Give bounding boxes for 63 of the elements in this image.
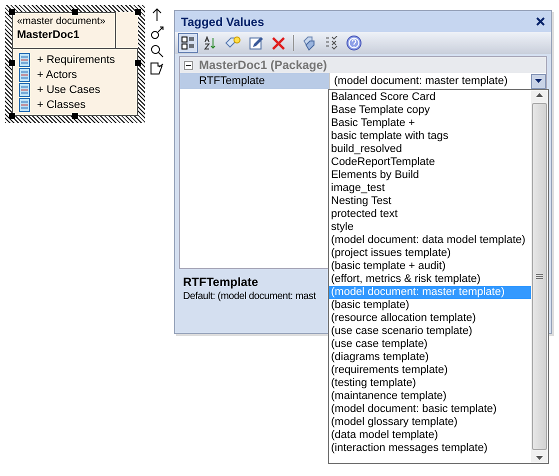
scroll-up-icon[interactable]	[536, 93, 543, 97]
description-text: Default: (model document: mast	[183, 291, 316, 302]
dropdown-option[interactable]: (model document: basic template)	[329, 403, 531, 416]
resize-handle[interactable]	[72, 9, 78, 15]
dropdown-option[interactable]: (model document: data model template)	[329, 234, 531, 247]
diagram-icon	[19, 98, 30, 112]
resize-handle[interactable]	[9, 60, 15, 66]
stereotype-label: «master document»	[17, 16, 106, 27]
dropdown-option[interactable]: (basic template + audit)	[329, 260, 531, 273]
panel-title: Tagged Values	[181, 14, 264, 28]
search-icon[interactable]	[150, 44, 164, 58]
resize-handle[interactable]	[135, 60, 141, 66]
dropdown-option[interactable]: (project issues template)	[329, 247, 531, 260]
dropdown-option[interactable]: CodeReportTemplate	[329, 156, 531, 169]
dropdown-option[interactable]: basic template with tags	[329, 130, 531, 143]
dropdown-option[interactable]: style	[329, 221, 531, 234]
dropdown-option[interactable]: (model glossary template)	[329, 416, 531, 429]
note-icon[interactable]	[150, 62, 164, 75]
dropdown-option[interactable]: (interaction messages template)	[329, 442, 531, 455]
resize-handle[interactable]	[9, 9, 15, 15]
dropdown-option[interactable]: (effort, metrics & risk template)	[329, 273, 531, 286]
collapse-icon[interactable]	[184, 60, 193, 70]
resize-handle[interactable]	[72, 113, 78, 119]
up-arrow-icon[interactable]	[152, 8, 162, 22]
dropdown-option[interactable]: protected text	[329, 208, 531, 221]
package-item[interactable]: + Use Cases	[37, 84, 100, 96]
close-icon[interactable]	[536, 17, 545, 26]
dropdown-option[interactable]: image_test	[329, 182, 531, 195]
resize-handle[interactable]	[9, 113, 15, 119]
diagram-icon	[19, 82, 30, 96]
scroll-thumb[interactable]	[532, 103, 547, 450]
dropdown-option[interactable]: Base Template copy	[329, 104, 531, 117]
description-title: RTFTemplate	[183, 275, 258, 289]
connector-icon[interactable]	[150, 26, 164, 40]
caret-icon[interactable]	[535, 79, 542, 83]
dropdown-option[interactable]: Balanced Score Card	[329, 91, 531, 104]
dropdown-option[interactable]: Nesting Test	[329, 195, 531, 208]
package-item[interactable]: + Requirements	[37, 54, 115, 66]
dropdown-option[interactable]: (requirements template)	[329, 364, 531, 377]
group-header: MasterDoc1 (Package)	[199, 58, 328, 72]
dropdown-option[interactable]: (basic template)	[329, 299, 531, 312]
dropdown-option[interactable]: build_resolved	[329, 143, 531, 156]
package-element[interactable]: «master document» MasterDoc1 + Requirements + Actors + Use Cases + Classes	[5, 5, 145, 123]
dropdown-option[interactable]: Elements by Build	[329, 169, 531, 182]
property-name[interactable]: RTFTemplate	[180, 73, 329, 89]
diagram-icon	[19, 68, 30, 82]
dropdown-option[interactable]: Basic Template +	[329, 117, 531, 130]
package-item[interactable]: + Actors	[37, 68, 78, 80]
dropdown-option[interactable]: (maintanence template)	[329, 390, 531, 403]
dropdown-option[interactable]: (resource allocation template)	[329, 312, 531, 325]
grip-icon	[536, 274, 543, 280]
dropdown-option[interactable]: (data model template)	[329, 429, 531, 442]
categorized-button[interactable]	[178, 33, 198, 53]
dropdown-option[interactable]: (use case scenario template)	[329, 325, 531, 338]
scroll-down-icon[interactable]	[536, 456, 543, 460]
scrollbar[interactable]	[531, 90, 548, 463]
dropdown-option[interactable]: (diagrams template)	[329, 351, 531, 364]
dropdown-option[interactable]: (use case template)	[329, 338, 531, 351]
resize-handle[interactable]	[135, 9, 141, 15]
diagram-icon	[19, 52, 30, 66]
package-item[interactable]: + Classes	[37, 98, 86, 110]
element-name: MasterDoc1	[17, 29, 80, 41]
dropdown-option[interactable]: (testing template)	[329, 377, 531, 390]
